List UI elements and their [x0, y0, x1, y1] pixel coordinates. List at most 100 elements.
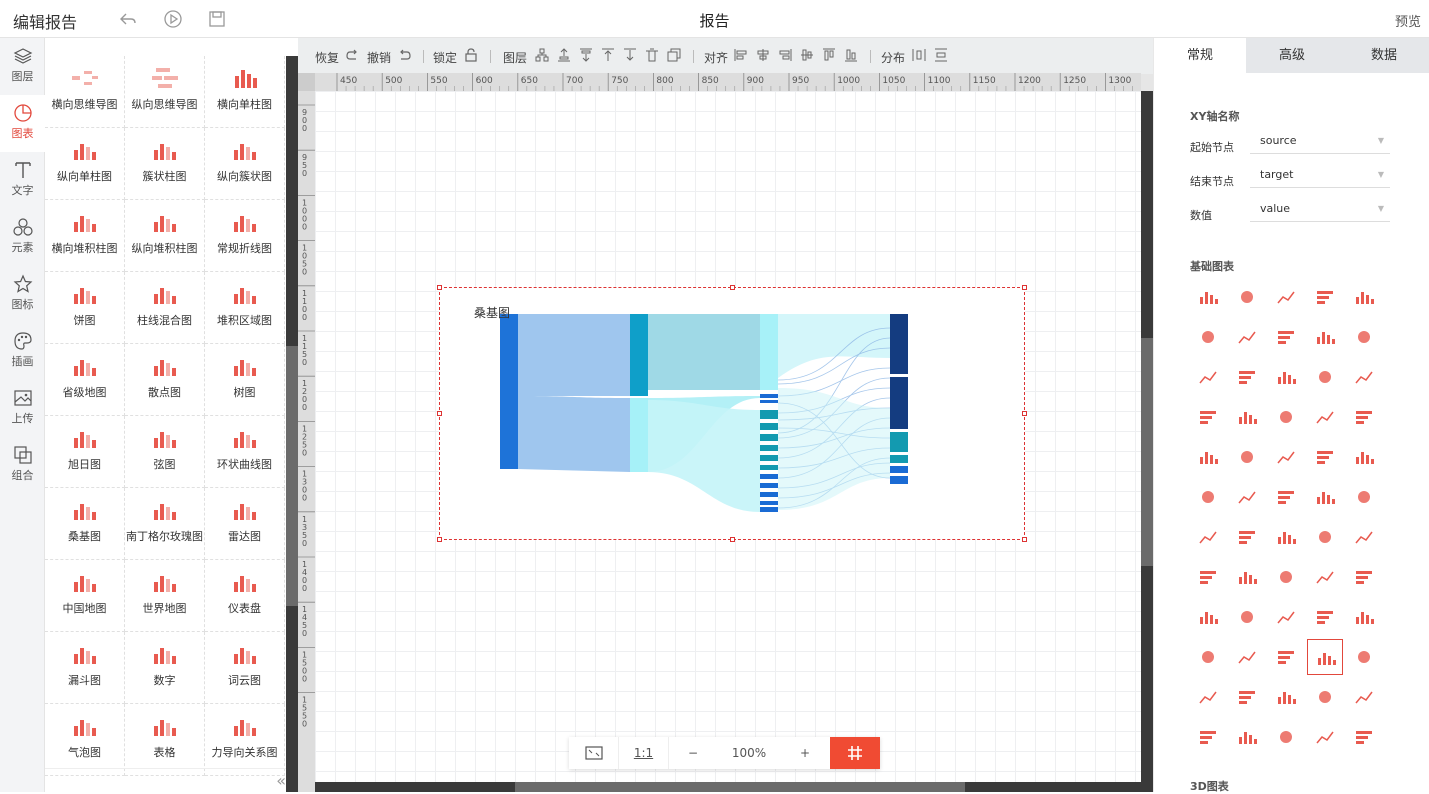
chart-type-option[interactable] [1268, 599, 1304, 635]
value-select[interactable]: value ▼ [1250, 200, 1390, 222]
chart-type-item[interactable]: 世界地图 [125, 560, 205, 632]
chart-type-option[interactable] [1268, 359, 1304, 395]
lock-icon[interactable] [463, 47, 479, 63]
chart-type-option[interactable] [1229, 439, 1265, 475]
distribute-vertical-icon[interactable] [933, 47, 949, 63]
delete-icon[interactable] [644, 47, 660, 63]
chart-type-item[interactable]: 纵向堆积柱图 [125, 200, 205, 272]
chart-type-option[interactable] [1268, 559, 1304, 595]
chart-type-option[interactable] [1190, 599, 1226, 635]
move-up-icon[interactable] [600, 47, 616, 63]
panel-collapse[interactable]: « [45, 768, 286, 792]
chart-type-option[interactable] [1190, 639, 1226, 675]
chart-type-item[interactable]: 柱线混合图 [125, 272, 205, 344]
chart-type-option[interactable] [1268, 519, 1304, 555]
chart-type-option[interactable] [1190, 519, 1226, 555]
align-top-icon[interactable] [821, 47, 837, 63]
chart-type-option[interactable] [1268, 279, 1304, 315]
chart-type-option[interactable] [1268, 319, 1304, 355]
chart-type-option[interactable] [1307, 679, 1343, 715]
actual-size-button[interactable]: 1:1 [619, 737, 669, 769]
chart-type-option[interactable] [1268, 479, 1304, 515]
preview-button[interactable]: 预览 [1395, 11, 1421, 30]
chart-type-item[interactable]: 簇状柱图 [125, 128, 205, 200]
chart-type-option[interactable] [1346, 679, 1382, 715]
canvas-vertical-scrollbar[interactable] [1141, 91, 1153, 792]
chart-type-option[interactable] [1307, 599, 1343, 635]
chart-type-item[interactable]: 气泡图 [45, 704, 125, 776]
chart-type-option[interactable] [1229, 359, 1265, 395]
chart-type-option[interactable] [1229, 639, 1265, 675]
chart-type-item[interactable]: 桑基图 [45, 488, 125, 560]
chart-type-option[interactable] [1307, 399, 1343, 435]
chart-type-option[interactable] [1268, 439, 1304, 475]
chart-type-item[interactable]: 力导向关系图 [205, 704, 285, 776]
chart-type-item[interactable]: 树图 [205, 344, 285, 416]
chart-type-option[interactable] [1229, 519, 1265, 555]
tab-general[interactable]: 常规 [1154, 38, 1246, 73]
chart-type-option[interactable] [1307, 479, 1343, 515]
chart-type-option[interactable] [1346, 519, 1382, 555]
chart-type-option[interactable] [1307, 279, 1343, 315]
chart-type-option[interactable] [1346, 439, 1382, 475]
chart-type-option[interactable] [1190, 359, 1226, 395]
chart-type-item[interactable]: 横向单柱图 [205, 56, 285, 128]
chart-type-item[interactable]: 散点图 [125, 344, 205, 416]
chart-type-option[interactable] [1190, 719, 1226, 755]
chart-type-option[interactable] [1229, 479, 1265, 515]
chart-type-option[interactable] [1190, 279, 1226, 315]
chart-type-item[interactable]: 省级地图 [45, 344, 125, 416]
sankey-widget[interactable]: 桑基图 [437, 285, 1027, 542]
zoom-in-button[interactable]: + [781, 737, 829, 769]
move-down-icon[interactable] [622, 47, 638, 63]
copy-icon[interactable] [666, 47, 682, 63]
undo-button[interactable]: 撤销 [367, 49, 391, 66]
chart-type-option[interactable] [1307, 719, 1343, 755]
chart-type-option[interactable] [1346, 599, 1382, 635]
tab-advanced[interactable]: 高级 [1246, 38, 1338, 73]
sidebar-item-text[interactable]: 文字 [0, 152, 45, 209]
chart-type-option[interactable] [1190, 679, 1226, 715]
align-middle-icon[interactable] [799, 47, 815, 63]
chart-type-item[interactable]: 弦图 [125, 416, 205, 488]
chart-type-item[interactable]: 词云图 [205, 632, 285, 704]
chart-type-option[interactable] [1190, 559, 1226, 595]
grid-toggle-button[interactable] [830, 737, 880, 769]
chart-type-option[interactable] [1229, 719, 1265, 755]
chart-type-option[interactable] [1307, 559, 1343, 595]
panel-scrollbar[interactable] [286, 56, 298, 792]
chart-type-option[interactable] [1307, 319, 1343, 355]
send-back-icon[interactable] [578, 47, 594, 63]
fit-screen-button[interactable] [569, 737, 619, 769]
chart-type-option[interactable] [1268, 679, 1304, 715]
chart-type-option[interactable] [1268, 399, 1304, 435]
target-node-select[interactable]: target ▼ [1250, 166, 1390, 188]
tab-data[interactable]: 数据 [1338, 38, 1429, 73]
chart-type-option[interactable] [1346, 639, 1382, 675]
sidebar-item-icons[interactable]: 图标 [0, 266, 45, 323]
chart-type-option[interactable] [1268, 719, 1304, 755]
chart-type-item[interactable]: 数字 [125, 632, 205, 704]
chart-type-item[interactable]: 横向思维导图 [45, 56, 125, 128]
redo-icon[interactable] [344, 47, 360, 63]
chart-type-item[interactable]: 堆积区域图 [205, 272, 285, 344]
chart-type-option[interactable] [1307, 359, 1343, 395]
align-center-icon[interactable] [755, 47, 771, 63]
sidebar-item-chart[interactable]: 图表 [0, 95, 45, 152]
chart-type-option[interactable] [1190, 319, 1226, 355]
chart-type-option[interactable] [1190, 399, 1226, 435]
align-right-icon[interactable] [777, 47, 793, 63]
chart-type-option[interactable] [1190, 439, 1226, 475]
sidebar-item-illustration[interactable]: 插画 [0, 323, 45, 380]
chart-type-option[interactable] [1346, 719, 1382, 755]
chart-type-option[interactable] [1229, 599, 1265, 635]
zoom-out-button[interactable]: − [669, 737, 717, 769]
sidebar-item-elements[interactable]: 元素 [0, 209, 45, 266]
chart-type-item[interactable]: 纵向簇状图 [205, 128, 285, 200]
chart-type-item[interactable]: 纵向思维导图 [125, 56, 205, 128]
chart-type-item[interactable]: 雷达图 [205, 488, 285, 560]
distribute-horizontal-icon[interactable] [911, 47, 927, 63]
chart-type-option[interactable] [1229, 399, 1265, 435]
chart-type-option[interactable] [1229, 559, 1265, 595]
chart-type-option[interactable] [1307, 519, 1343, 555]
